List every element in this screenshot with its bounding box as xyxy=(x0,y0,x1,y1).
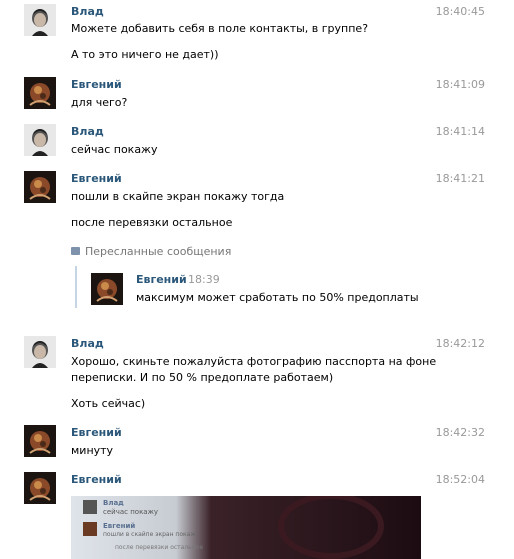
user-photo-icon xyxy=(24,425,56,457)
forwarded-time: 18:39 xyxy=(188,273,220,286)
message-time[interactable]: 18:40:45 xyxy=(405,5,485,18)
message-author[interactable]: Евгений xyxy=(71,473,122,486)
forward-icon xyxy=(71,247,80,255)
message-author[interactable]: Евгений xyxy=(71,78,122,91)
photo-inner-author: Евгений xyxy=(103,522,136,530)
message-text: сейчас покажу xyxy=(71,143,158,156)
message-text: А то это ничего не дает)) xyxy=(71,48,219,61)
user-photo-icon xyxy=(24,472,56,504)
message-text: Хоть сейчас) xyxy=(71,397,146,410)
message-author[interactable]: Евгений xyxy=(71,426,122,439)
user-photo-icon xyxy=(24,4,56,36)
message-author[interactable]: Влад xyxy=(71,337,104,350)
message-text: переписки. И по 50 % предоплате работаем… xyxy=(71,371,334,384)
message-time[interactable]: 18:41:09 xyxy=(405,78,485,91)
message-time[interactable]: 18:41:14 xyxy=(405,125,485,138)
message-time[interactable]: 18:52:04 xyxy=(405,473,485,486)
message-text: Можете добавить себя в поле контакты, в … xyxy=(71,22,369,35)
forwarded-messages-label[interactable]: Пересланные сообщения xyxy=(71,245,231,258)
message-text: Хорошо, скиньте пожалуйста фотографию па… xyxy=(71,355,437,368)
message-author[interactable]: Евгений xyxy=(71,172,122,185)
avatar[interactable] xyxy=(24,425,56,457)
avatar[interactable] xyxy=(24,171,56,203)
message-text: после перевязки остальное xyxy=(71,216,233,229)
photo-inner-text: после перевязки остальное xyxy=(115,544,204,551)
message-text: для чего? xyxy=(71,96,128,109)
user-photo-icon xyxy=(24,77,56,109)
avatar[interactable] xyxy=(24,336,56,368)
user-photo-icon xyxy=(24,124,56,156)
message-text: пошли в скайпе экран покажу тогда xyxy=(71,190,285,203)
user-photo-icon xyxy=(91,273,123,305)
message-time[interactable]: 18:42:12 xyxy=(405,337,485,350)
avatar[interactable] xyxy=(24,77,56,109)
avatar[interactable] xyxy=(24,124,56,156)
photo-attachment[interactable]: Влад сейчас покажу Евгений пошли в скайп… xyxy=(71,496,421,559)
forwarded-avatar[interactable] xyxy=(91,273,123,305)
message-text: минуту xyxy=(71,444,114,457)
avatar[interactable] xyxy=(24,4,56,36)
message-author[interactable]: Влад xyxy=(71,125,104,138)
user-photo-icon xyxy=(24,171,56,203)
forwarded-author[interactable]: Евгений xyxy=(136,273,187,286)
message-time[interactable]: 18:41:21 xyxy=(405,172,485,185)
photo-inner-text: сейчас покажу xyxy=(103,508,159,516)
forwarded-quote-bar xyxy=(75,266,77,308)
user-photo-icon xyxy=(24,336,56,368)
message-time[interactable]: 18:42:32 xyxy=(405,426,485,439)
avatar[interactable] xyxy=(24,472,56,504)
forwarded-label-text: Пересланные сообщения xyxy=(85,245,232,258)
photo-inner-author: Влад xyxy=(103,499,124,507)
forwarded-text: максимум может сработать по 50% предопла… xyxy=(136,291,419,304)
message-author[interactable]: Влад xyxy=(71,5,104,18)
photo-inner-text: пошли в скайпе экран покаж xyxy=(103,531,196,538)
